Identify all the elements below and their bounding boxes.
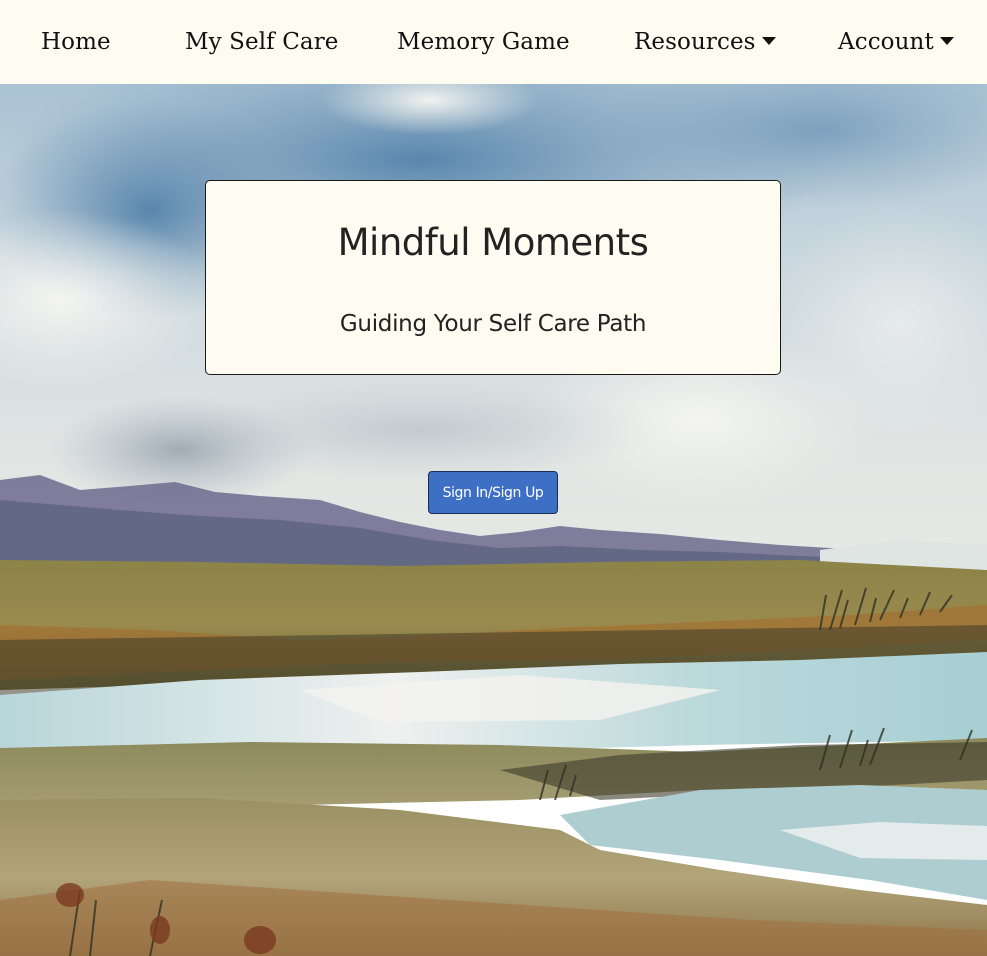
nav-self-care-link[interactable]: My Self Care (185, 24, 339, 60)
hero-card: Mindful Moments Guiding Your Self Care P… (205, 180, 781, 375)
caret-down-icon (939, 37, 954, 45)
caret-down-icon (761, 37, 776, 45)
nav-account-dropdown[interactable]: Account (838, 24, 954, 60)
navbar: Home My Self Care Memory Game Resources … (0, 0, 987, 84)
nav-memory-game-link[interactable]: Memory Game (397, 24, 570, 60)
hero-subtitle: Guiding Your Self Care Path (339, 311, 647, 337)
nav-account-label: Account (838, 29, 934, 55)
nav-home-link[interactable]: Home (41, 24, 111, 60)
hero-title: Mindful Moments (337, 221, 649, 264)
nav-resources-dropdown[interactable]: Resources (634, 24, 776, 60)
page: Home My Self Care Memory Game Resources … (0, 0, 987, 956)
sign-in-sign-up-button[interactable]: Sign In/Sign Up (428, 471, 558, 514)
nav-resources-label: Resources (634, 29, 756, 55)
